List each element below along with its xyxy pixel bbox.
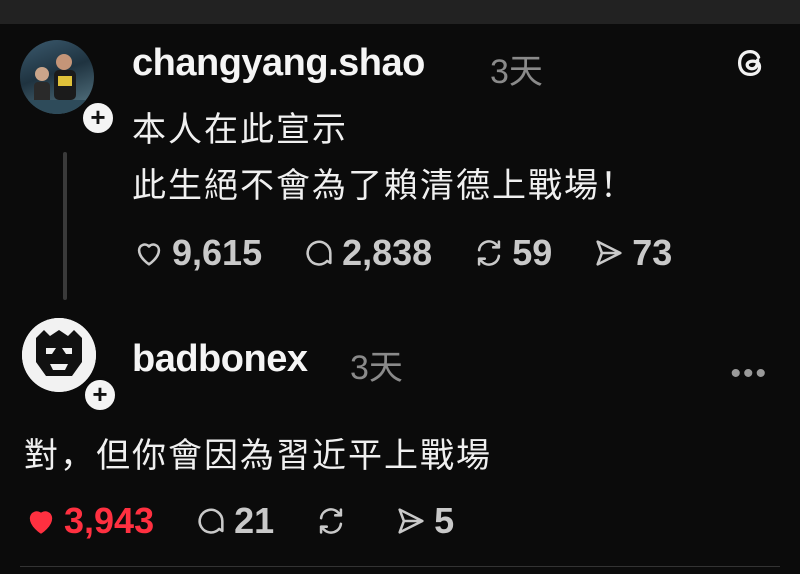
like-count: 9,615 [172,232,263,273]
comment-icon [306,240,332,266]
post-actions: 9,615 2,838 59 73 [132,232,712,274]
comment-icon [198,508,224,534]
status-bar [0,0,800,24]
comment-button[interactable]: 21 [194,500,274,542]
post-text-line-1: 本人在此宣示 [132,111,348,149]
follow-plus-icon[interactable]: + [80,100,116,136]
repost-icon [319,508,343,534]
post-time: 3天 [350,349,403,387]
heart-icon [29,511,53,534]
more-icon[interactable]: ••• [730,357,768,391]
comment-button[interactable]: 2,838 [302,232,432,274]
share-icon [398,508,424,534]
username[interactable]: badbonex [132,338,308,381]
avatar[interactable] [20,40,94,114]
follow-plus-icon[interactable]: + [82,377,118,413]
repost-button[interactable] [314,504,354,538]
repost-icon [477,240,501,266]
post-text-line-2: 此生絕不會為了賴清德上戰場！ [132,167,636,205]
reply-text: 對，但你會因為習近平上戰場 [24,437,492,475]
repost-button[interactable]: 59 [472,232,552,274]
post-time: 3天 [490,53,543,91]
share-button[interactable]: 73 [592,232,672,274]
share-button[interactable]: 5 [394,500,454,542]
threads-logo-icon[interactable] [732,44,770,82]
avatar[interactable] [22,318,96,392]
comment-count: 21 [234,500,275,541]
thread-connector [63,152,67,300]
post-actions: 3,943 21 5 [24,500,494,542]
comment-count: 2,838 [342,232,433,273]
share-count: 73 [632,232,673,273]
repost-count: 59 [512,232,553,273]
username[interactable]: changyang.shao [132,42,425,85]
heart-icon [137,243,161,266]
like-count: 3,943 [64,500,155,541]
like-button[interactable]: 3,943 [24,500,154,542]
divider [20,566,780,567]
share-icon [596,240,622,266]
like-button[interactable]: 9,615 [132,232,262,274]
share-count: 5 [434,500,455,541]
